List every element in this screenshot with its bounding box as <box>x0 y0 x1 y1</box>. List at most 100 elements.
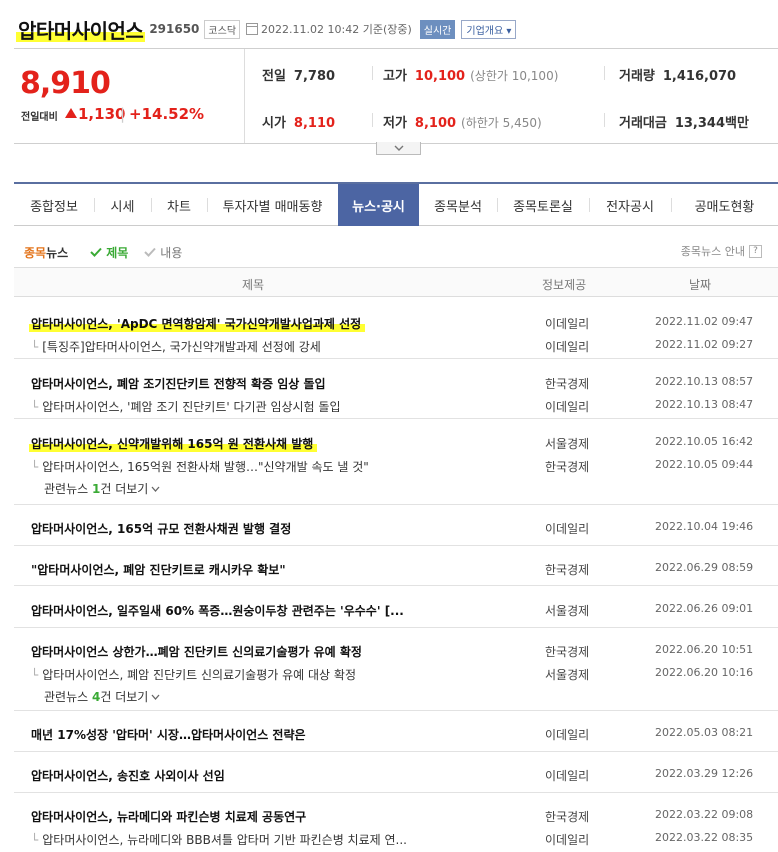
related-news-text[interactable]: 압타머사이언스, 뉴라메디와 BBB셔틀 압타머 기반 파킨슨병 치료제 연..… <box>42 833 407 847</box>
news-source: 이데일리 <box>545 522 590 536</box>
more-prefix: 관련뉴스 <box>44 690 92 704</box>
table-header: 제목 정보제공 날짜 <box>14 267 778 297</box>
news-row[interactable]: 매년 17%성장 '압타머' 시장…압타머사이언스 전략은 이데일리 2022.… <box>14 721 778 744</box>
news-date: 2022.06.20 10:16 <box>655 666 754 679</box>
news-title[interactable]: 압타머사이언스, 'ApDC 면역항암제' 국가신약개발사업과제 선정 <box>28 315 366 332</box>
check-icon <box>90 247 102 257</box>
help-icon: ? <box>749 244 762 258</box>
chevron-down-icon <box>151 486 160 492</box>
tab-discussion[interactable]: 종목토론실 <box>497 184 589 226</box>
news-row[interactable]: 압타머사이언스, 뉴라메디와 파킨슨병 치료제 공동연구 한국경제 2022.0… <box>14 803 778 826</box>
lower-limit: (하한가 5,450) <box>461 116 542 130</box>
tab-bar: 종합정보 시세 차트 투자자별 매매동향 뉴스·공시 종목분석 종목토론실 전자… <box>14 182 778 226</box>
more-suffix: 건 더보기 <box>100 482 149 496</box>
news-row[interactable]: 압타머사이언스, 신약개발위해 165억 원 전환사채 발행 서울경제 2022… <box>14 430 778 453</box>
news-title[interactable]: 압타머사이언스 상한가…폐암 진단키트 신의료기술평가 유예 확정 <box>31 643 362 660</box>
volume-label: 거래량 <box>619 69 655 84</box>
tab-short-selling[interactable]: 공매도현황 <box>671 184 778 226</box>
tab-analysis[interactable]: 종목분석 <box>419 184 497 226</box>
prev-close-cell: 전일 7,780 <box>262 65 335 84</box>
divider <box>372 66 373 80</box>
news-date: 2022.06.29 08:59 <box>655 561 754 574</box>
low-cell: 저가 8,100 (하한가 5,450) <box>383 112 542 131</box>
news-row[interactable]: "압타머사이언스, 폐암 진단키트로 캐시카우 확보" 한국경제 2022.06… <box>14 556 778 579</box>
news-title[interactable]: 압타머사이언스, 뉴라메디와 파킨슨병 치료제 공동연구 <box>31 808 306 825</box>
stock-header: 압타머사이언스 291650 코스닥 2022.11.02 10:42 기준(장… <box>15 14 517 44</box>
news-title[interactable]: 압타머사이언스, 신약개발위해 165억 원 전환사채 발행 <box>28 435 318 452</box>
news-title[interactable]: "압타머사이언스, 폐암 진단키트로 캐시카우 확보" <box>31 561 286 578</box>
filter-title-option[interactable]: 제목 <box>90 244 128 261</box>
amount-value: 13,344 <box>674 116 726 131</box>
news-group: 압타머사이언스, 'ApDC 면역항암제' 국가신약개발사업과제 선정 이데일리… <box>14 297 778 359</box>
tab-summary[interactable]: 종합정보 <box>14 184 94 226</box>
related-news-row[interactable]: └ 압타머사이언스, '폐암 조기 진단키트' 다기관 임상시험 돌입 이데일리 … <box>14 393 778 416</box>
news-row[interactable]: 압타머사이언스, 'ApDC 면역항암제' 국가신약개발사업과제 선정 이데일리… <box>14 310 778 333</box>
quote-panel: 8,910 전일대비 1,130 | +14.52% 전일 7,780 고가 10,… <box>14 48 778 144</box>
news-date: 2022.10.04 19:46 <box>655 520 754 533</box>
news-title[interactable]: 압타머사이언스, 송진호 사외이사 선임 <box>31 767 225 784</box>
related-news-text[interactable]: [특징주]압타머사이언스, 국가신약개발과제 선정에 강세 <box>42 340 321 354</box>
news-source: 이데일리 <box>545 340 590 354</box>
related-news-title: └ 압타머사이언스, 폐암 진단키트 신의료기술평가 유예 대상 확정 <box>31 666 356 683</box>
expand-quote-button[interactable] <box>376 142 421 155</box>
open-value: 8,110 <box>293 116 336 131</box>
news-guide-label: 종목뉴스 안내 <box>680 245 745 258</box>
divider <box>372 113 373 127</box>
tab-news[interactable]: 뉴스·공시 <box>338 184 419 226</box>
tab-chart[interactable]: 차트 <box>151 184 207 226</box>
news-row[interactable]: 압타머사이언스, 폐암 조기진단키트 전향적 확증 임상 돌입 한국경제 202… <box>14 370 778 393</box>
news-title[interactable]: 압타머사이언스, 일주일새 60% 폭증…원숭이두창 관련주는 '우수수' [.… <box>31 602 404 619</box>
news-title[interactable]: 압타머사이언스, 폐암 조기진단키트 전향적 확증 임상 돌입 <box>31 375 326 392</box>
filter-content-option[interactable]: 내용 <box>144 244 182 261</box>
news-date: 2022.06.26 09:01 <box>655 602 754 615</box>
news-date: 2022.10.13 08:57 <box>655 375 754 388</box>
news-row[interactable]: 압타머사이언스 상한가…폐암 진단키트 신의료기술평가 유예 확정 한국경제 2… <box>14 638 778 661</box>
company-info-dropdown[interactable]: 기업개요 ▾ <box>461 19 517 39</box>
amount-label: 거래대금 <box>619 116 667 131</box>
col-source: 정보제공 <box>542 278 587 292</box>
related-news-row[interactable]: └ 압타머사이언스, 폐암 진단키트 신의료기술평가 유예 대상 확정 서울경제 … <box>14 661 778 684</box>
realtime-button[interactable]: 실시간 <box>419 19 456 39</box>
related-news-title: └ 압타머사이언스, '폐암 조기 진단키트' 다기관 임상시험 돌입 <box>31 398 341 415</box>
chevron-down-icon <box>394 145 403 151</box>
reply-arrow-icon: └ <box>31 460 39 474</box>
news-title[interactable]: 압타머사이언스, 165억 규모 전환사채권 발행 결정 <box>31 520 291 537</box>
related-news-row[interactable]: └ 압타머사이언스, 뉴라메디와 BBB셔틀 압타머 기반 파킨슨병 치료제 연.… <box>14 826 778 849</box>
reply-arrow-icon: └ <box>31 340 39 354</box>
news-group: 압타머사이언스, 일주일새 60% 폭증…원숭이두창 관련주는 '우수수' [.… <box>14 586 778 628</box>
open-cell: 시가 8,110 <box>262 112 335 131</box>
news-date: 2022.03.22 09:08 <box>655 808 754 821</box>
news-guide-link[interactable]: 종목뉴스 안내? <box>681 243 762 259</box>
related-news-text[interactable]: 압타머사이언스, '폐암 조기 진단키트' 다기관 임상시험 돌입 <box>42 400 340 414</box>
check-icon <box>144 247 157 257</box>
filter-content-label: 내용 <box>160 245 183 260</box>
more-related-news-button[interactable]: 관련뉴스 1건 더보기 <box>14 476 778 498</box>
more-related-news-button[interactable]: 관련뉴스 4건 더보기 <box>14 684 778 706</box>
news-title[interactable]: 매년 17%성장 '압타머' 시장…압타머사이언스 전략은 <box>31 726 306 743</box>
related-news-text[interactable]: 압타머사이언스, 165억원 전환사채 발행…"신약개발 속도 낼 것" <box>42 460 369 474</box>
change-percent: +14.52% <box>129 105 205 123</box>
related-news-row[interactable]: └ [특징주]압타머사이언스, 국가신약개발과제 선정에 강세 이데일리 2022… <box>14 333 778 356</box>
news-date: 2022.10.05 16:42 <box>655 435 754 448</box>
news-date: 2022.03.22 08:35 <box>655 831 754 844</box>
section-title-a: 종목 <box>24 245 47 260</box>
news-row[interactable]: 압타머사이언스, 송진호 사외이사 선임 이데일리 2022.03.29 12:… <box>14 762 778 785</box>
company-name: 압타머사이언스 <box>15 15 146 44</box>
news-source: 한국경제 <box>545 460 590 474</box>
news-row[interactable]: 압타머사이언스, 165억 규모 전환사채권 발행 결정 이데일리 2022.1… <box>14 515 778 538</box>
chevron-down-icon <box>151 694 160 700</box>
news-date: 2022.10.05 09:44 <box>655 458 754 471</box>
news-row[interactable]: 압타머사이언스, 일주일새 60% 폭증…원숭이두창 관련주는 '우수수' [.… <box>14 597 778 620</box>
news-source: 이데일리 <box>545 728 590 742</box>
news-source: 한국경제 <box>545 645 590 659</box>
section-title: 종목뉴스 <box>24 244 68 261</box>
related-news-text[interactable]: 압타머사이언스, 폐암 진단키트 신의료기술평가 유예 대상 확정 <box>42 668 356 682</box>
tab-price[interactable]: 시세 <box>94 184 151 226</box>
news-group: 매년 17%성장 '압타머' 시장…압타머사이언스 전략은 이데일리 2022.… <box>14 711 778 752</box>
news-source: 이데일리 <box>545 400 590 414</box>
news-source: 이데일리 <box>545 317 590 331</box>
tab-investor-trend[interactable]: 투자자별 매매동향 <box>207 184 338 226</box>
high-value: 10,100 <box>414 69 466 84</box>
tab-disclosure[interactable]: 전자공시 <box>589 184 671 226</box>
related-news-row[interactable]: └ 압타머사이언스, 165억원 전환사채 발행…"신약개발 속도 낼 것" 한국… <box>14 453 778 476</box>
